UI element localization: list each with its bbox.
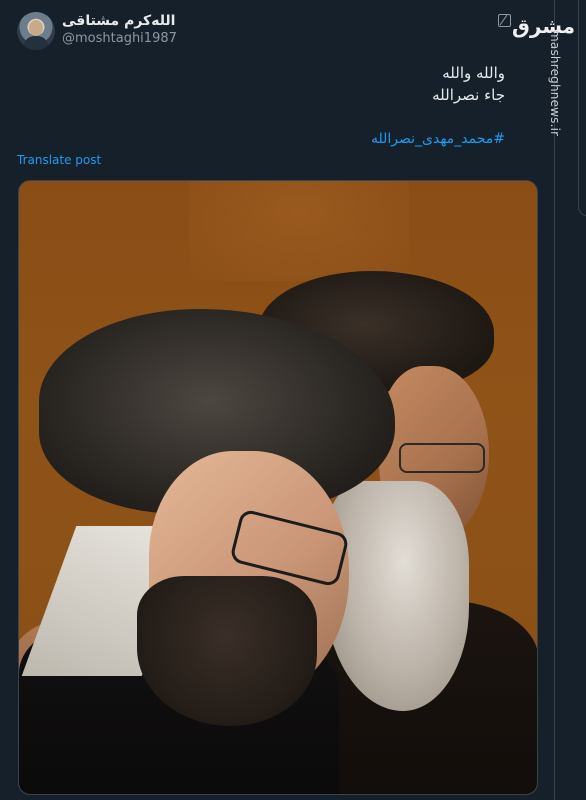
- watermark-site: mashreghnews.ir: [548, 30, 562, 137]
- background-glow: [189, 181, 409, 281]
- author-handle[interactable]: @moshtaghi1987: [62, 31, 177, 46]
- hashtag-link[interactable]: #محمد_مهدی_نصرالله: [371, 131, 505, 147]
- sidebar-card-edge: [578, 0, 586, 216]
- post-text-line-1: والله والله: [442, 64, 505, 82]
- avatar-body: [23, 36, 49, 50]
- back-figure-glasses: [399, 443, 485, 473]
- post-text-line-2: جاء نصرالله: [432, 86, 505, 104]
- translate-post-link[interactable]: Translate post: [17, 153, 101, 167]
- edit-icon[interactable]: [498, 14, 511, 27]
- tweet-card: الله‌کرم مشتاقی @moshtaghi1987 والله وال…: [0, 0, 555, 800]
- author-name[interactable]: الله‌کرم مشتاقی: [62, 13, 175, 29]
- watermark-logo: مشرق: [512, 14, 576, 38]
- post-image[interactable]: [18, 180, 538, 795]
- avatar-face: [29, 20, 43, 36]
- avatar[interactable]: [17, 12, 55, 50]
